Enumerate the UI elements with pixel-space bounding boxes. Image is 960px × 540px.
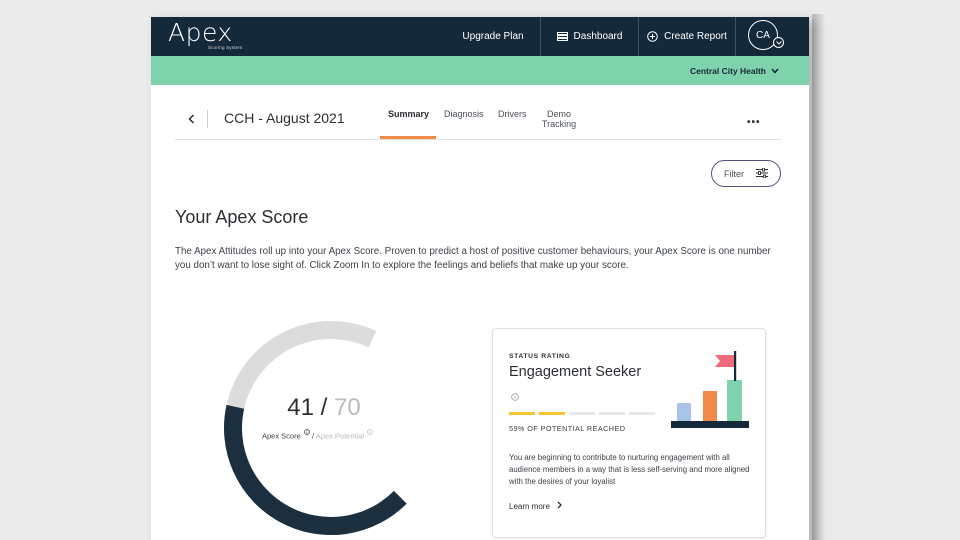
illustration-bar-green [727, 380, 742, 421]
info-icon[interactable] [367, 428, 374, 437]
back-button[interactable] [185, 113, 197, 127]
score-labels: Apex Score / Apex Potential [262, 428, 374, 441]
info-icon[interactable] [511, 388, 519, 406]
bar-chart-flag-illustration [671, 351, 749, 428]
plus-circle-icon [647, 31, 658, 42]
status-rating-kicker: STATUS RATING [509, 353, 571, 360]
upgrade-plan-label: Upgrade Plan [462, 31, 524, 42]
dashboard-label: Dashboard [573, 31, 623, 42]
chevron-right-icon [557, 501, 562, 511]
dashboard-link[interactable]: Dashboard [541, 17, 638, 56]
sliders-icon [756, 167, 768, 180]
apex-potential-label: Apex Potential [315, 431, 365, 441]
score-value-group: 41 / 70 [287, 394, 360, 421]
tab-diagnosis[interactable]: Diagnosis [444, 109, 484, 119]
progress-segment [629, 412, 655, 415]
upgrade-plan-link[interactable]: Upgrade Plan [447, 17, 539, 56]
label-separator: / [311, 431, 315, 441]
tab-drivers[interactable]: Drivers [498, 109, 527, 119]
logo-subtitle: Scoring System [208, 45, 243, 50]
score-display: 41 / 70 [259, 394, 389, 422]
illustration-flag [715, 355, 734, 367]
create-report-label: Create Report [664, 31, 727, 42]
section-description: The Apex Attitudes roll up into your Ape… [175, 246, 771, 272]
organization-name: Central City Health [689, 65, 766, 76]
chevron-left-icon [187, 111, 195, 129]
apex-potential-value: 70 [334, 394, 361, 421]
illustration-flag-pole [734, 351, 737, 381]
progress-segment [599, 412, 625, 415]
info-icon[interactable] [304, 428, 310, 437]
apex-score-value: 41 [287, 394, 314, 421]
top-nav: Apex Scoring System Upgrade Plan Dashboa… [151, 17, 809, 56]
score-separator: / [320, 394, 328, 421]
learn-more-label: Learn more [509, 501, 550, 511]
section-title: Your Apex Score [175, 207, 309, 227]
apex-score-gauge [224, 321, 407, 535]
progress-segment [509, 412, 535, 415]
status-rating-title: Engagement Seeker [509, 364, 642, 380]
app-window: Apex Scoring System Upgrade Plan Dashboa… [151, 17, 809, 540]
progress-segment [539, 412, 565, 415]
logo-text: Apex [168, 18, 233, 47]
filter-button[interactable]: Filter [711, 160, 781, 187]
more-options-button[interactable]: ••• [747, 117, 761, 128]
create-report-link[interactable]: Create Report [639, 17, 735, 56]
gauge-fill [224, 404, 407, 535]
illustration-bar-blue [677, 403, 691, 421]
chevron-down-icon[interactable] [773, 37, 784, 48]
header-divider [207, 110, 208, 128]
tab-demo-tracking[interactable]: Demo Tracking [539, 109, 579, 129]
tab-summary[interactable]: Summary [388, 109, 429, 119]
organization-selector[interactable]: Central City Health [690, 56, 779, 85]
illustration-base [671, 421, 749, 428]
status-rating-card: STATUS RATING Engagement Seeker 59% OF P… [492, 328, 766, 538]
page-shadow [812, 14, 826, 540]
progress-segments [509, 412, 655, 415]
chevron-down-icon [771, 66, 779, 76]
apex-logo[interactable]: Apex Scoring System [168, 19, 248, 53]
learn-more-link[interactable]: Learn more [509, 501, 562, 511]
apex-score-label: Apex Score [262, 431, 301, 441]
filter-label: Filter [724, 168, 744, 179]
potential-reached-text: 59% OF POTENTIAL REACHED [509, 424, 626, 433]
header-rule [175, 139, 781, 140]
organization-bar: Central City Health [151, 56, 809, 85]
avatar-initials: CA [756, 29, 770, 41]
progress-segment [569, 412, 595, 415]
report-title: CCH - August 2021 [224, 110, 345, 126]
nav-divider [735, 17, 736, 56]
dashboard-icon [556, 32, 568, 41]
illustration-bar-orange [703, 391, 717, 421]
status-description: You are beginning to contribute to nurtu… [509, 453, 750, 486]
